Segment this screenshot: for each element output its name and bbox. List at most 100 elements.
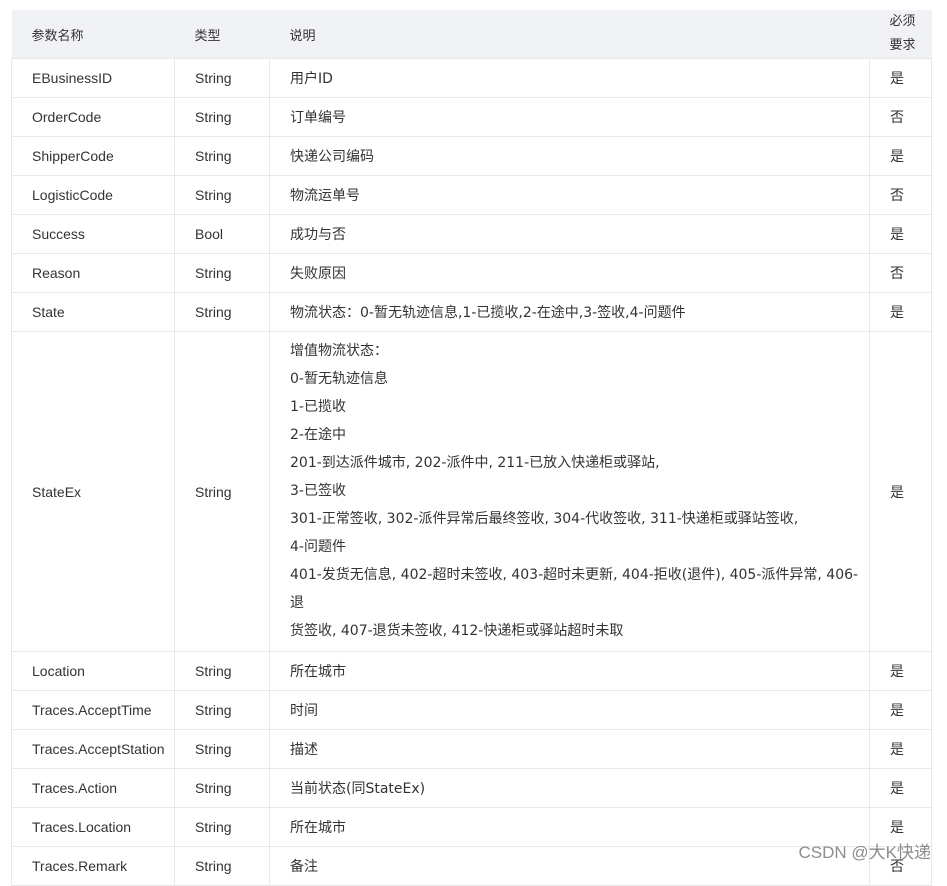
description-line: 失败原因 bbox=[290, 266, 346, 282]
description-line: 1-已揽收 bbox=[290, 399, 346, 415]
param-description-cell: 描述 bbox=[269, 729, 870, 769]
header-required-line1: 必须 bbox=[889, 14, 916, 29]
table-row: Location String 所在城市 是 bbox=[11, 651, 932, 691]
param-name-cell: Traces.AcceptStation bbox=[11, 729, 175, 769]
param-description-cell: 所在城市 bbox=[269, 651, 870, 691]
param-description-cell: 物流状态：0-暂无轨迹信息,1-已揽收,2-在途中,3-签收,4-问题件 bbox=[269, 292, 870, 332]
description-line: 当前状态(同StateEx) bbox=[290, 781, 426, 797]
description-line: 0-暂无轨迹信息 bbox=[290, 371, 388, 387]
param-type-cell: String bbox=[174, 846, 270, 886]
description-line: 物流状态：0-暂无轨迹信息,1-已揽收,2-在途中,3-签收,4-问题件 bbox=[290, 305, 686, 321]
param-type-cell: String bbox=[174, 807, 270, 847]
param-required-cell: 是 bbox=[869, 331, 932, 652]
description-line: 用户ID bbox=[290, 71, 333, 87]
param-required-cell: 是 bbox=[869, 292, 932, 332]
table-row: StateEx String 增值物流状态： 0-暂无轨迹信息 1-已揽收 2-在途中 20… bbox=[11, 331, 932, 652]
description-line: 4-问题件 bbox=[290, 539, 346, 555]
param-name-cell: State bbox=[11, 292, 175, 332]
param-name-cell: OrderCode bbox=[11, 97, 175, 137]
description-line: 201-到达派件城市, 202-派件中, 211-已放入快递柜或驿站, bbox=[290, 455, 660, 471]
param-type-cell: Bool bbox=[174, 214, 270, 254]
param-description-cell: 用户ID bbox=[269, 58, 870, 98]
description-line: 3-已签收 bbox=[290, 483, 346, 499]
param-required-cell: 否 bbox=[869, 253, 932, 293]
param-name-cell: Traces.Action bbox=[11, 768, 175, 808]
param-required-cell: 是 bbox=[869, 136, 932, 176]
header-row: 参数名称 类型 说明 必须 要求 bbox=[11, 10, 932, 59]
description-line: 401-发货无信息, 402-超时未签收, 403-超时未更新, 404-拒收(… bbox=[290, 567, 859, 611]
table-row: OrderCode String 订单编号 否 bbox=[11, 97, 932, 137]
description-line: 货签收, 407-退货未签收, 412-快递柜或驿站超时未取 bbox=[290, 623, 624, 639]
param-required-cell: 是 bbox=[869, 729, 932, 769]
description-line: 所在城市 bbox=[290, 820, 346, 836]
table-row: Traces.Action String 当前状态(同StateEx) 是 bbox=[11, 768, 932, 808]
param-name-cell: LogisticCode bbox=[11, 175, 175, 215]
description-line: 物流运单号 bbox=[290, 188, 360, 204]
param-description-cell: 失败原因 bbox=[269, 253, 870, 293]
description-line: 订单编号 bbox=[290, 110, 346, 126]
description-line: 快递公司编码 bbox=[290, 149, 374, 165]
param-description-cell: 时间 bbox=[269, 690, 870, 730]
table-row: Traces.Remark String 备注否 bbox=[11, 846, 932, 886]
param-description-cell: 当前状态(同StateEx) bbox=[269, 768, 870, 808]
param-type-cell: String bbox=[174, 175, 270, 215]
header-required-line2: 要求 bbox=[889, 38, 916, 53]
description-line: 成功与否 bbox=[290, 227, 346, 243]
description-line: 增值物流状态： bbox=[290, 343, 388, 359]
table-header: 参数名称 类型 说明 必须 要求 bbox=[11, 10, 932, 59]
param-description-cell: 成功与否 bbox=[269, 214, 870, 254]
table-row: State String 物流状态：0-暂无轨迹信息,1-已揽收,2-在途中,3-签… bbox=[11, 292, 932, 332]
table-row: Traces.Location String 所在城市是 bbox=[11, 807, 932, 847]
parameter-table: 参数名称 类型 说明 必须 要求 EBusinessID String 用户ID 是 O… bbox=[11, 10, 932, 886]
header-required: 必须 要求 bbox=[869, 10, 932, 59]
param-name-cell: Location bbox=[11, 651, 175, 691]
param-type-cell: String bbox=[174, 331, 270, 652]
param-name-cell: Traces.Location bbox=[11, 807, 175, 847]
param-type-cell: String bbox=[174, 651, 270, 691]
param-type-cell: String bbox=[174, 136, 270, 176]
watermark: CSDN @大K快递 bbox=[798, 843, 932, 862]
param-description-cell: 快递公司编码 bbox=[269, 136, 870, 176]
description-line: 2-在途中 bbox=[290, 427, 346, 443]
param-name-cell: Traces.AcceptTime bbox=[11, 690, 175, 730]
table-body: EBusinessID String 用户ID 是 OrderCode String 订单编… bbox=[11, 58, 932, 886]
table-row: Success Bool 成功与否 是 bbox=[11, 214, 932, 254]
description-line: 备注 bbox=[290, 859, 318, 875]
param-name-cell: Traces.Remark bbox=[11, 846, 175, 886]
param-type-cell: String bbox=[174, 58, 270, 98]
description-line: 时间 bbox=[290, 703, 318, 719]
param-type-cell: String bbox=[174, 768, 270, 808]
param-type-cell: String bbox=[174, 292, 270, 332]
param-type-cell: String bbox=[174, 253, 270, 293]
description-line: 描述 bbox=[290, 742, 318, 758]
param-description-cell: 所在城市 bbox=[269, 807, 870, 847]
table-row: Traces.AcceptTime String 时间 是 bbox=[11, 690, 932, 730]
param-name-cell: StateEx bbox=[11, 331, 175, 652]
param-name-cell: Reason bbox=[11, 253, 175, 293]
param-required-cell: 是 bbox=[869, 768, 932, 808]
header-type: 类型 bbox=[174, 10, 270, 59]
param-description-cell: 物流运单号 bbox=[269, 175, 870, 215]
param-description-cell: 增值物流状态： 0-暂无轨迹信息 1-已揽收 2-在途中 201-到达派件城市, 202… bbox=[269, 331, 870, 652]
param-required-cell: 是 bbox=[869, 690, 932, 730]
param-type-cell: String bbox=[174, 690, 270, 730]
description-line: 所在城市 bbox=[290, 664, 346, 680]
table-row: LogisticCode String 物流运单号 否 bbox=[11, 175, 932, 215]
table-row: Reason String 失败原因 否 bbox=[11, 253, 932, 293]
param-name-cell: EBusinessID bbox=[11, 58, 175, 98]
param-type-cell: String bbox=[174, 729, 270, 769]
param-required-cell: 是 bbox=[869, 651, 932, 691]
table-row: ShipperCode String 快递公司编码 是 bbox=[11, 136, 932, 176]
param-required-cell: 是 bbox=[869, 214, 932, 254]
param-required-cell: 是 bbox=[869, 58, 932, 98]
param-required-cell: 否 bbox=[869, 175, 932, 215]
param-type-cell: String bbox=[174, 97, 270, 137]
description-line: 301-正常签收, 302-派件异常后最终签收, 304-代收签收, 311-快… bbox=[290, 511, 799, 527]
table-row: Traces.AcceptStation String 描述 是 bbox=[11, 729, 932, 769]
param-description-cell: 备注 bbox=[269, 846, 870, 886]
table-row: EBusinessID String 用户ID 是 bbox=[11, 58, 932, 98]
param-required-cell: 否 bbox=[869, 97, 932, 137]
param-name-cell: Success bbox=[11, 214, 175, 254]
param-name-cell: ShipperCode bbox=[11, 136, 175, 176]
param-description-cell: 订单编号 bbox=[269, 97, 870, 137]
